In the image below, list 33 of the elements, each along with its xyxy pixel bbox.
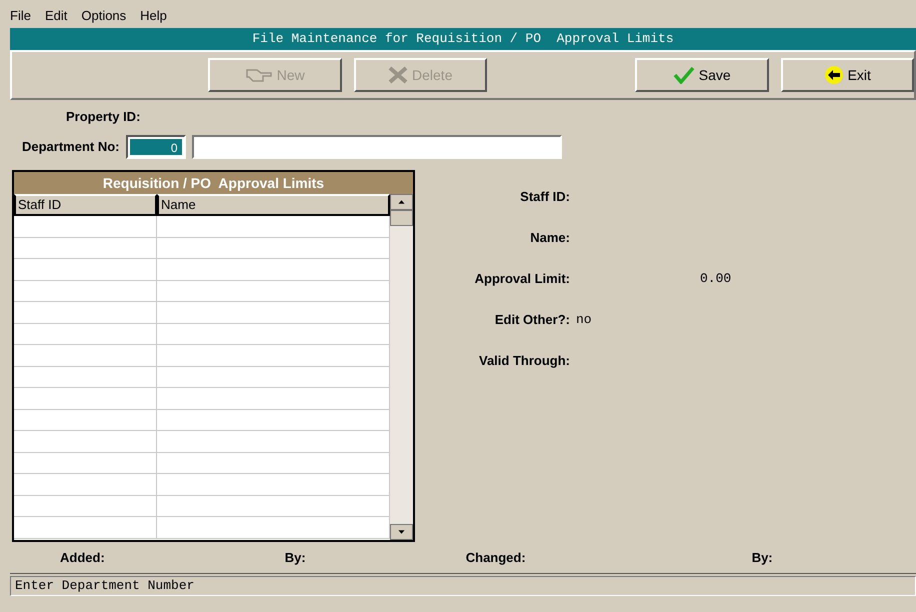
field-label: Staff ID:: [519, 188, 570, 206]
field-label: Changed:: [466, 548, 526, 567]
menu-item[interactable]: Edit: [44, 6, 68, 26]
arrow-left-icon: [824, 66, 844, 84]
menu-item[interactable]: Options: [81, 6, 126, 26]
column-header[interactable]: Name: [157, 194, 390, 216]
scrollbar[interactable]: [390, 194, 413, 540]
field-label: Department No:: [22, 138, 120, 156]
field-label: Edit Other?:: [494, 310, 570, 329]
scroll-down-icon[interactable]: [390, 524, 413, 540]
x-icon: [388, 66, 408, 84]
window-title: File Maintenance for Requisition / PO Approval Limits: [10, 28, 916, 50]
department-number-field[interactable]: 0: [126, 135, 186, 159]
status-bar: Enter Department Number: [10, 576, 916, 596]
menu-item[interactable]: File: [10, 6, 31, 26]
checkmark-icon: [672, 66, 695, 84]
field-label: Added:: [60, 548, 105, 567]
field-value: 0.00: [700, 270, 732, 288]
scroll-up-icon[interactable]: [390, 194, 413, 210]
exit-button[interactable]: Exit: [780, 58, 914, 92]
field-label: Valid Through:: [478, 352, 570, 370]
department-name-field[interactable]: [192, 135, 562, 159]
grid-title: Requisition / PO Approval Limits: [14, 172, 413, 194]
field-label: By:: [752, 548, 773, 567]
field-label: Property ID:: [66, 108, 140, 126]
scroll-thumb[interactable]: [390, 210, 413, 226]
column-header[interactable]: Staff ID: [14, 194, 157, 216]
field-label: Name:: [529, 228, 570, 247]
field-label: By:: [284, 548, 306, 567]
field-value: no: [576, 310, 592, 329]
menu-item[interactable]: Help: [140, 6, 167, 26]
field-label: Approval Limit:: [474, 270, 570, 288]
save-button[interactable]: Save: [635, 58, 768, 92]
